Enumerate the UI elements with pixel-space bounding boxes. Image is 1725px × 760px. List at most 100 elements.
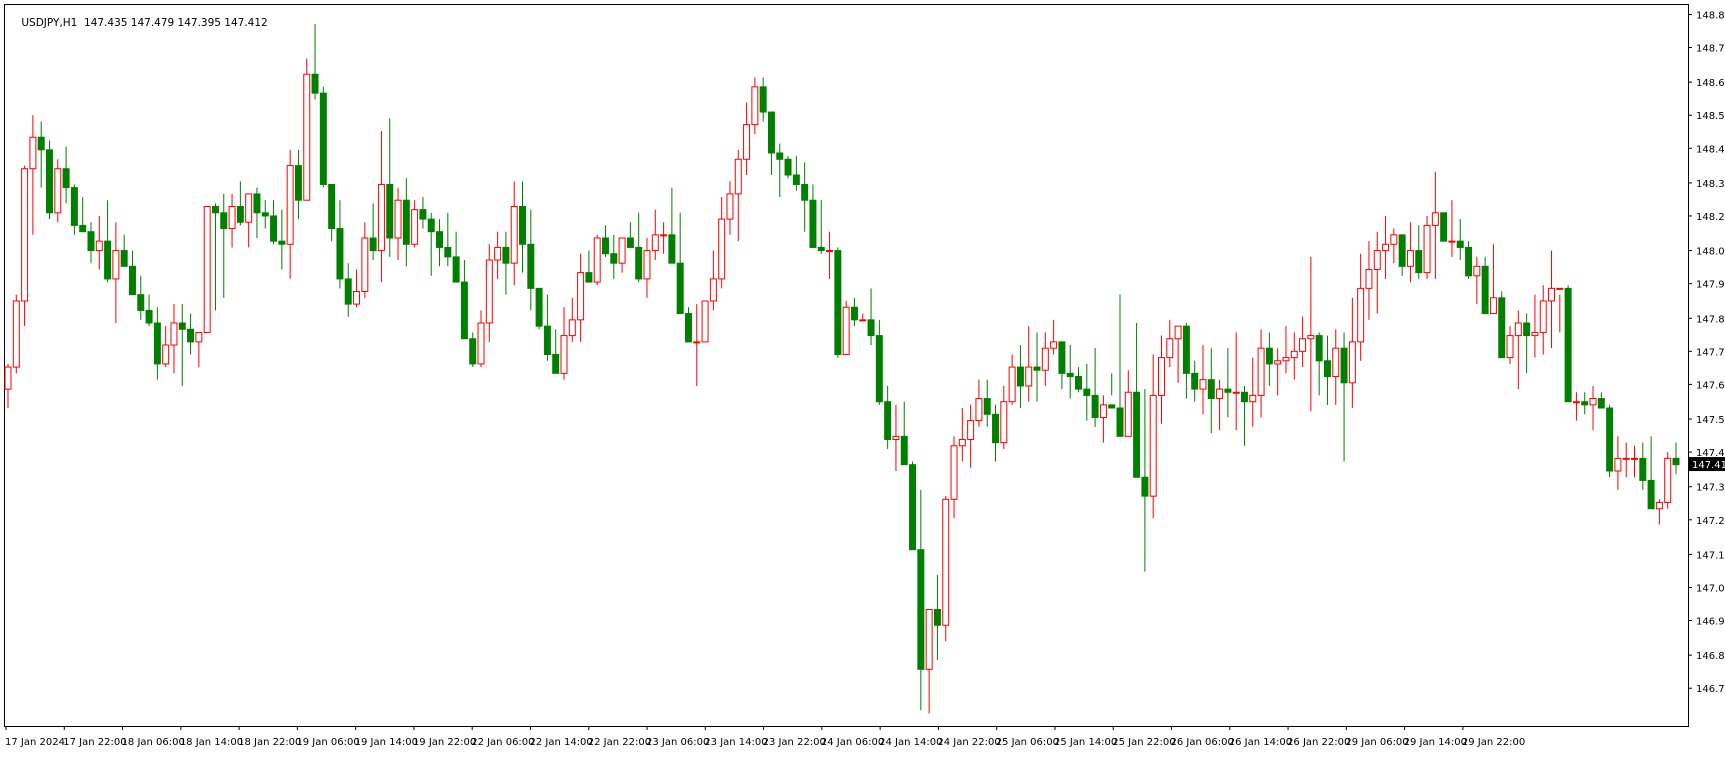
time-tick-label: 22 Jan 14:00 — [529, 737, 592, 748]
time-tick-label: 19 Jan 14:00 — [355, 737, 418, 748]
candle-bear — [1240, 391, 1248, 403]
candle-bull — [4, 366, 12, 390]
candle-bear — [909, 464, 917, 551]
time-tick-label: 29 Jan 22:00 — [1462, 737, 1525, 748]
candle-bear — [1498, 297, 1506, 359]
candle-bull — [618, 237, 626, 264]
candle-bear — [1564, 287, 1572, 403]
candle-bull — [195, 331, 203, 343]
candle-bull — [1332, 347, 1340, 378]
candle-bear — [635, 246, 643, 280]
candle-bear — [610, 253, 618, 264]
candle-bull — [1050, 341, 1058, 349]
candle-bear — [278, 240, 286, 245]
candle-bull — [394, 199, 402, 239]
candle-bull — [1025, 366, 1033, 387]
candle-bull — [701, 300, 709, 343]
candle-bull — [1232, 391, 1240, 394]
candle-bull — [1216, 388, 1224, 400]
candle-bull — [95, 240, 103, 252]
time-tick-label: 17 Jan 2024 — [5, 737, 65, 748]
candle-bull — [12, 300, 20, 368]
candle-bear — [519, 206, 526, 245]
chart-plot-border — [4, 4, 1689, 727]
time-tick-label: 29 Jan 06:00 — [1345, 737, 1408, 748]
candle-bear — [311, 73, 319, 94]
candle-bear — [668, 234, 676, 264]
candle-bear — [1091, 394, 1099, 418]
candlestick-chart[interactable]: 148.840 148.735 148.625 148.520 148.415 148.3… — [0, 0, 1725, 756]
candle-bear — [1058, 341, 1066, 374]
time-tick-label: 24 Jan 14:00 — [879, 737, 942, 748]
candle-bull — [245, 193, 253, 223]
candle-bull — [826, 250, 834, 253]
candle-bear — [79, 224, 87, 233]
candle-bear — [1182, 325, 1190, 374]
candle-bull — [1149, 394, 1157, 497]
candle-bull — [1099, 404, 1107, 418]
price-tick-label: 146.805 — [1696, 651, 1725, 662]
candle-bear — [436, 231, 444, 248]
candle-bear — [917, 549, 925, 670]
candle-bear — [1323, 360, 1331, 378]
candle-bear — [1224, 388, 1232, 393]
candle-bull — [1514, 322, 1522, 337]
candle-bear — [676, 262, 684, 315]
candle-bear — [444, 246, 452, 258]
candle-bear — [535, 287, 543, 327]
candle-bear — [784, 158, 792, 176]
candle-bear — [386, 183, 394, 239]
candle-bull — [975, 398, 983, 422]
candle-bull — [303, 73, 311, 201]
candle-bull — [560, 335, 568, 374]
time-tick-label: 19 Jan 22:00 — [413, 737, 476, 748]
candle-bear — [767, 111, 775, 154]
price-tick-label: 147.340 — [1696, 483, 1725, 494]
candle-bull — [21, 168, 29, 302]
candle-bull — [1199, 379, 1207, 390]
price-tick-label: 148.305 — [1696, 179, 1725, 190]
candle-bull — [1572, 401, 1580, 404]
candle-bear — [1456, 240, 1464, 248]
candle-bull — [1622, 457, 1630, 460]
candle-bear — [1606, 407, 1614, 472]
candle-bear — [792, 174, 800, 185]
candle-bear — [1581, 401, 1589, 406]
candle-bull — [892, 435, 900, 440]
candle-bull — [660, 234, 668, 237]
time-tick-label: 26 Jan 06:00 — [1171, 737, 1234, 748]
candle-bull — [958, 438, 966, 447]
candle-bull — [1548, 287, 1556, 302]
candle-bear — [1033, 366, 1041, 371]
price-tick-label: 147.665 — [1696, 380, 1725, 391]
time-tick-label: 18 Jan 22:00 — [238, 737, 301, 748]
time-tick-label: 23 Jan 22:00 — [763, 737, 826, 748]
time-tick-label: 25 Jan 06:00 — [996, 737, 1059, 748]
price-tick-label: 148.520 — [1696, 111, 1725, 122]
candle-bear — [543, 325, 551, 355]
candle-bear — [776, 152, 784, 160]
price-tick-label: 148.090 — [1696, 247, 1725, 258]
candle-bull — [751, 86, 759, 126]
candle-bull — [1290, 350, 1298, 359]
candle-bull — [1008, 366, 1016, 403]
price-tick-label: 147.235 — [1696, 516, 1725, 527]
candle-bull — [1390, 234, 1398, 245]
price-tick-label: 147.985 — [1696, 280, 1725, 291]
time-tick-label: 24 Jan 22:00 — [937, 737, 1000, 748]
candle-bear — [1672, 457, 1680, 466]
chart-area[interactable]: 148.840 148.735 148.625 148.520 148.415 148.3… — [0, 0, 1725, 756]
price-axis: 148.840 148.735 148.625 148.520 148.415 148.3… — [1688, 10, 1725, 695]
candle-bear — [1481, 265, 1489, 315]
candle-bear — [602, 237, 609, 255]
time-tick-label: 19 Jan 06:00 — [296, 737, 359, 748]
candle-bear — [153, 322, 161, 365]
candle-bull — [734, 158, 742, 195]
candle-bull — [967, 420, 975, 440]
price-tick-label: 148.415 — [1696, 144, 1725, 155]
price-tick-label: 147.875 — [1696, 314, 1725, 325]
candle-bull — [1249, 394, 1257, 403]
price-tick-label: 147.555 — [1696, 415, 1725, 426]
candle-bull — [228, 206, 236, 230]
candle-bear — [1133, 391, 1141, 478]
